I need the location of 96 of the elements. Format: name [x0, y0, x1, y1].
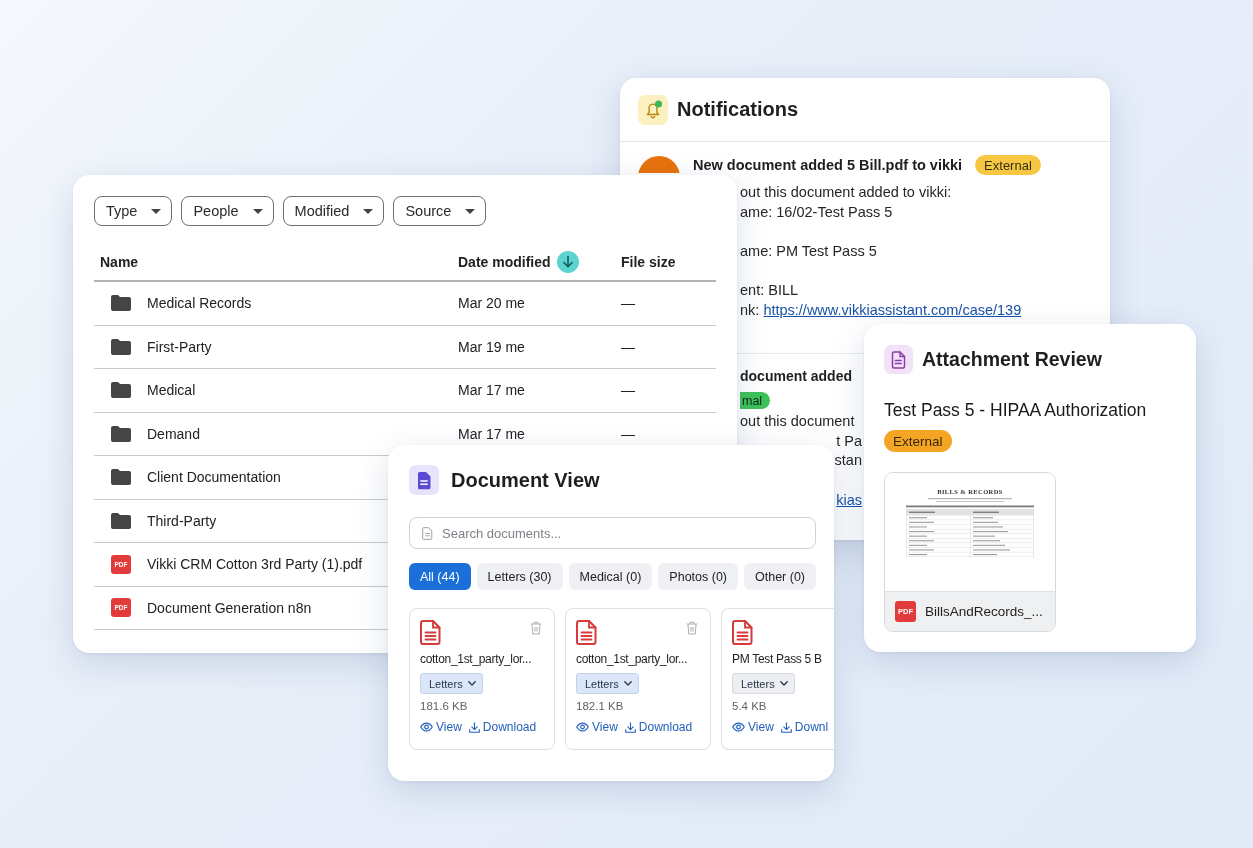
filter-dropdown[interactable]: Source: [393, 196, 487, 226]
view-link[interactable]: View: [576, 720, 618, 734]
trash-icon[interactable]: [686, 621, 698, 635]
document-icon: [884, 345, 913, 374]
notification-text: nk: https://www.vikkiassistant.com/case/139: [740, 300, 1022, 320]
filter-dropdown[interactable]: Type: [94, 196, 173, 226]
download-link[interactable]: Downl: [780, 720, 829, 734]
search-field[interactable]: Search documents...: [409, 517, 816, 549]
chevron-down-icon: [468, 681, 476, 686]
file-size: —: [621, 295, 635, 312]
caret-icon: [465, 208, 476, 214]
folder-icon: [111, 425, 131, 442]
eye-icon: [420, 722, 433, 732]
filter-tab[interactable]: Letters (30): [476, 563, 563, 590]
notification-text: ent: BILL: [740, 280, 799, 300]
download-link[interactable]: Download: [468, 720, 537, 734]
filter-dropdown[interactable]: Modified: [282, 196, 385, 226]
column-header[interactable]: Name: [100, 253, 139, 270]
source-badge: External: [975, 155, 1041, 175]
notification-title[interactable]: New document added 5 Bill.pdf to vikki: [693, 156, 963, 174]
file-name[interactable]: Medical: [147, 382, 196, 399]
chevron-down-icon: [780, 681, 788, 686]
notification-text: ame: 16/02-Test Pass 5: [740, 202, 893, 222]
filter-tab[interactable]: Photos (0): [658, 563, 738, 590]
file-name[interactable]: Client Documentation: [147, 469, 281, 486]
file-name[interactable]: First-Party: [147, 338, 212, 355]
caret-icon: [363, 208, 374, 214]
bell-icon[interactable]: [638, 94, 668, 125]
panel-title: Attachment Review: [922, 348, 1102, 371]
filter-dropdown[interactable]: People: [181, 196, 274, 226]
caret-icon: [151, 208, 162, 214]
panel-title: Document View: [451, 468, 600, 492]
attachment-name[interactable]: BillsAndRecords_...: [925, 604, 1043, 619]
download-icon: [780, 721, 792, 733]
caret-icon: [252, 208, 263, 214]
view-link[interactable]: View: [732, 720, 774, 734]
file-name[interactable]: Vikki CRM Cotton 3rd Party (1).pdf: [147, 556, 363, 573]
filter-tab[interactable]: Other (0): [744, 563, 817, 590]
download-icon: [624, 721, 636, 733]
view-link[interactable]: View: [420, 720, 462, 734]
folder-icon: [111, 382, 131, 399]
document-card[interactable]: PM Test Pass 5 B Letters 5.4 KB View Downl: [721, 608, 834, 750]
category-select[interactable]: Letters: [420, 673, 483, 694]
document-name: cotton_1st_party_lor...: [576, 652, 688, 667]
source-badge: External: [884, 430, 952, 452]
eye-icon: [732, 722, 745, 732]
file-size: 181.6 KB: [420, 700, 468, 712]
date-modified: Mar 17 me: [458, 425, 525, 442]
notification-text: ame: PM Test Pass 5: [740, 241, 877, 261]
document-name: PM Test Pass 5 B: [732, 652, 822, 667]
file-size: 5.4 KB: [732, 700, 767, 712]
category-select[interactable]: Letters: [576, 673, 639, 694]
date-modified: Mar 20 me: [458, 295, 525, 312]
file-size: —: [621, 382, 635, 399]
folder-icon: [111, 295, 131, 312]
trash-icon[interactable]: [530, 621, 542, 635]
filter-tab[interactable]: Medical (0): [568, 563, 653, 590]
document-card[interactable]: cotton_1st_party_lor... Letters 182.1 KB View Download: [565, 608, 711, 750]
category-select[interactable]: Letters: [732, 673, 795, 694]
filter-tab[interactable]: All (44): [409, 563, 471, 590]
notification-text: out this document added to vikki:: [740, 183, 952, 202]
attachment-subject: Test Pass 5 - HIPAA Authorization: [884, 399, 1147, 421]
chevron-down-icon: [624, 681, 632, 686]
date-modified: Mar 17 me: [458, 382, 525, 399]
file-icon: [732, 620, 753, 645]
file-name[interactable]: Document Generation n8n: [147, 599, 312, 616]
file-size: —: [621, 338, 635, 355]
column-header[interactable]: Date modified: [458, 253, 551, 270]
file-icon: [576, 620, 597, 645]
notification-text: out this document: [740, 412, 855, 432]
eye-icon: [576, 722, 589, 732]
document-name: cotton_1st_party_lor...: [420, 652, 532, 667]
notification-text: t Pa: [836, 431, 862, 451]
file-name[interactable]: Third-Party: [147, 512, 217, 529]
panel-title: Notifications: [677, 98, 799, 121]
file-size: 182.1 KB: [576, 700, 624, 712]
notification-title[interactable]: document added: [740, 368, 852, 385]
document-icon: [422, 526, 433, 540]
file-name[interactable]: Demand: [147, 425, 200, 442]
folder-icon: [111, 469, 131, 486]
case-link[interactable]: https://www.vikkiassistant.com/case/139: [763, 301, 1022, 318]
file-name[interactable]: Medical Records: [147, 295, 252, 312]
file-icon: [420, 620, 441, 645]
avatar-icon: [638, 156, 680, 173]
column-header[interactable]: File size: [621, 253, 676, 270]
source-badge: mal: [740, 392, 771, 410]
download-icon: [468, 721, 480, 733]
folder-icon: [111, 512, 131, 529]
folder-icon: [111, 338, 131, 355]
date-modified: Mar 19 me: [458, 338, 525, 355]
document-icon: [409, 465, 439, 495]
document-card[interactable]: cotton_1st_party_lor... Letters 181.6 KB View Download: [409, 608, 555, 750]
file-size: —: [621, 425, 635, 442]
case-link[interactable]: kias: [836, 491, 862, 508]
download-link[interactable]: Download: [624, 720, 693, 734]
notification-text: stan: [834, 451, 862, 471]
